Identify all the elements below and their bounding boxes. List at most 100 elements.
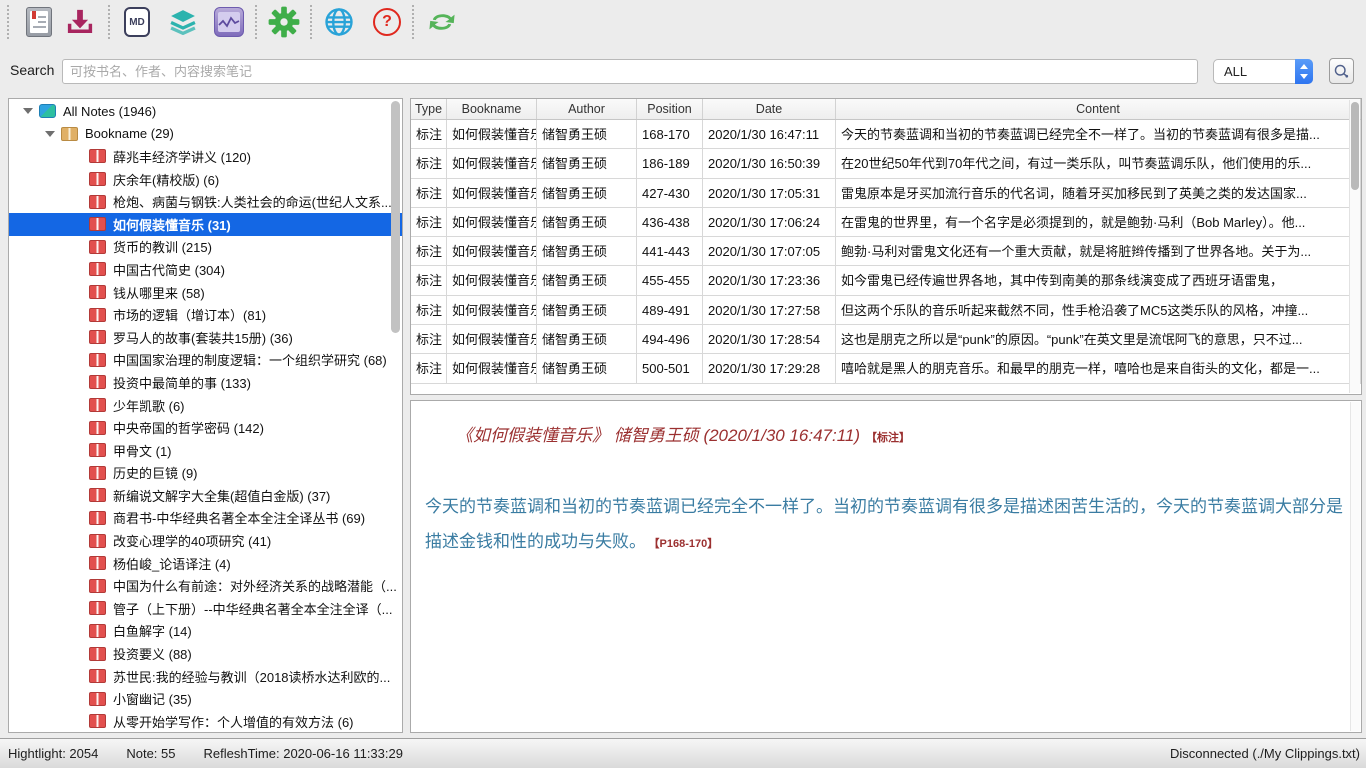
- note-body-text: 今天的节奏蓝调和当初的节奏蓝调已经完全不一样了。当初的节奏蓝调有很多是描述困苦生…: [425, 497, 1343, 551]
- disclosure-triangle-icon[interactable]: [45, 131, 55, 137]
- book-icon: [89, 217, 106, 231]
- search-button[interactable]: [1329, 58, 1354, 84]
- table-cell: 雷鬼原本是牙买加流行音乐的代名词，随着牙买加移民到了英美之类的发达国家...: [836, 179, 1361, 207]
- status-note-count: Note: 55: [126, 746, 175, 761]
- sidebar-item[interactable]: 历史的巨镜 (9): [9, 462, 402, 485]
- book-icon: [89, 466, 106, 480]
- sidebar-item-label: 少年凯歌 (6): [113, 396, 185, 415]
- table-row[interactable]: 标注如何假装懂音乐储智勇王硕436-4382020/1/30 17:06:24在…: [411, 208, 1361, 237]
- table-row[interactable]: 标注如何假装懂音乐储智勇王硕427-4302020/1/30 17:05:31雷…: [411, 179, 1361, 208]
- book-icon: [89, 443, 106, 457]
- sidebar-item[interactable]: 中国古代简史 (304): [9, 258, 402, 281]
- table-cell: 2020/1/30 16:47:11: [703, 120, 836, 148]
- sidebar-item[interactable]: 小窗幽记 (35): [9, 687, 402, 710]
- sidebar-item[interactable]: 杨伯峻_论语译注 (4): [9, 552, 402, 575]
- table-cell: 如何假装懂音乐: [447, 208, 537, 236]
- table-header: TypeBooknameAuthorPositionDateContent: [411, 99, 1361, 120]
- globe-icon[interactable]: [322, 5, 356, 39]
- markdown-export-icon[interactable]: MD: [120, 5, 154, 39]
- column-header[interactable]: Type: [411, 99, 447, 119]
- search-label: Search: [10, 62, 54, 78]
- sidebar-item[interactable]: 货币的教训 (215): [9, 236, 402, 259]
- layers-icon[interactable]: [166, 5, 200, 39]
- table-cell: 2020/1/30 17:23:36: [703, 266, 836, 294]
- table-cell: 储智勇王硕: [537, 149, 637, 177]
- sidebar-item[interactable]: 白鱼解字 (14): [9, 620, 402, 643]
- table-row[interactable]: 标注如何假装懂音乐储智勇王硕500-5012020/1/30 17:29:28嘻…: [411, 354, 1361, 383]
- import-icon[interactable]: [63, 5, 97, 39]
- sidebar-item-label: 历史的巨镜 (9): [113, 463, 198, 482]
- toolbar-separator: [7, 5, 9, 39]
- table-cell: 如何假装懂音乐: [447, 354, 537, 382]
- sidebar-item[interactable]: 中国国家治理的制度逻辑：一个组织学研究 (68): [9, 349, 402, 372]
- sidebar-item[interactable]: 商君书-中华经典名著全本全注全译丛书 (69): [9, 507, 402, 530]
- book-icon: [89, 195, 106, 209]
- table-cell: 如何假装懂音乐: [447, 325, 537, 353]
- sidebar-item[interactable]: 枪炮、病菌与钢铁:人类社会的命运(世纪人文系...: [9, 190, 402, 213]
- table-cell: 储智勇王硕: [537, 237, 637, 265]
- sidebar-item-label: 枪炮、病菌与钢铁:人类社会的命运(世纪人文系...: [113, 192, 392, 211]
- column-header[interactable]: Author: [537, 99, 637, 119]
- statistics-chart-icon[interactable]: [212, 5, 246, 39]
- sidebar-item-label: 中国古代简史 (304): [113, 260, 225, 279]
- status-connection: Disconnected (./My Clippings.txt): [1170, 746, 1360, 761]
- table-cell: 标注: [411, 179, 447, 207]
- table-row[interactable]: 标注如何假装懂音乐储智勇王硕186-1892020/1/30 16:50:39在…: [411, 149, 1361, 178]
- table-scrollbar[interactable]: [1351, 102, 1359, 190]
- table-row[interactable]: 标注如何假装懂音乐储智勇王硕494-4962020/1/30 17:28:54这…: [411, 325, 1361, 354]
- table-cell: 在雷鬼的世界里，有一个名字是必须提到的，就是鲍勃·马利（Bob Marley）。…: [836, 208, 1361, 236]
- sidebar-item[interactable]: 投资中最简单的事 (133): [9, 371, 402, 394]
- column-header[interactable]: Position: [637, 99, 703, 119]
- sidebar-item[interactable]: 新编说文解字大全集(超值白金版) (37): [9, 484, 402, 507]
- book-icon: [89, 692, 106, 706]
- sidebar-scrollbar[interactable]: [391, 101, 400, 333]
- table-row[interactable]: 标注如何假装懂音乐储智勇王硕455-4552020/1/30 17:23:36如…: [411, 266, 1361, 295]
- table-cell: 436-438: [637, 208, 703, 236]
- sidebar-item[interactable]: 庆余年(精校版) (6): [9, 168, 402, 191]
- sidebar-item[interactable]: 中国为什么有前途：对外经济关系的战略潜能（...: [9, 574, 402, 597]
- sidebar-item[interactable]: 改变心理学的40项研究 (41): [9, 529, 402, 552]
- help-icon[interactable]: ?: [370, 5, 404, 39]
- column-header[interactable]: Content: [836, 99, 1361, 119]
- table-cell: 2020/1/30 17:06:24: [703, 208, 836, 236]
- sidebar-item[interactable]: 钱从哪里来 (58): [9, 281, 402, 304]
- table-cell: 2020/1/30 17:27:58: [703, 296, 836, 324]
- table-cell: 储智勇王硕: [537, 296, 637, 324]
- sidebar-item[interactable]: 中央帝国的哲学密码 (142): [9, 416, 402, 439]
- sidebar-item[interactable]: 罗马人的故事(套装共15册) (36): [9, 326, 402, 349]
- sidebar-item[interactable]: 少年凯歌 (6): [9, 394, 402, 417]
- sidebar-item[interactable]: 如何假装懂音乐 (31): [9, 213, 402, 236]
- book-icon: [89, 172, 106, 186]
- column-header[interactable]: Date: [703, 99, 836, 119]
- table-row[interactable]: 标注如何假装懂音乐储智勇王硕489-4912020/1/30 17:27:58但…: [411, 296, 1361, 325]
- settings-gear-icon[interactable]: [267, 5, 301, 39]
- sidebar-item[interactable]: All Notes (1946): [9, 100, 402, 123]
- table-row[interactable]: 标注如何假装懂音乐储智勇王硕168-1702020/1/30 16:47:11今…: [411, 120, 1361, 149]
- table-cell: 在20世纪50年代到70年代之间，有过一类乐队，叫节奏蓝调乐队，他们使用的乐..…: [836, 149, 1361, 177]
- sidebar-item[interactable]: 苏世民:我的经验与教训（2018读桥水达利欧的...: [9, 665, 402, 688]
- toolbar-separator: [108, 5, 110, 39]
- sidebar-item[interactable]: 薛兆丰经济学讲义 (120): [9, 145, 402, 168]
- table-row[interactable]: 标注如何假装懂音乐储智勇王硕441-4432020/1/30 17:07:05鲍…: [411, 237, 1361, 266]
- column-header[interactable]: Bookname: [447, 99, 537, 119]
- sidebar-item[interactable]: 甲骨文 (1): [9, 439, 402, 462]
- book-icon: [89, 262, 106, 276]
- search-input[interactable]: [62, 59, 1198, 84]
- table-cell: 如何假装懂音乐: [447, 179, 537, 207]
- disclosure-triangle-icon[interactable]: [23, 108, 33, 114]
- note-detail-panel: 《如何假装懂音乐》 储智勇王硕 (2020/1/30 16:47:11)【标注】…: [410, 400, 1362, 733]
- book-icon: [89, 240, 106, 254]
- filter-dropdown[interactable]: ALL: [1213, 59, 1313, 84]
- sidebar-item[interactable]: 投资要义 (88): [9, 642, 402, 665]
- sidebar-item[interactable]: 管子（上下册）--中华经典名著全本全注全译（...: [9, 597, 402, 620]
- sidebar-item[interactable]: 从零开始学写作：个人增值的有效方法 (6): [9, 710, 402, 733]
- sidebar-item[interactable]: Bookname (29): [9, 123, 402, 146]
- table-cell: 储智勇王硕: [537, 208, 637, 236]
- book-icon: [89, 330, 106, 344]
- sidebar-item[interactable]: 市场的逻辑（增订本）(81): [9, 303, 402, 326]
- notes-document-icon[interactable]: [22, 5, 56, 39]
- sync-icon[interactable]: [425, 5, 459, 39]
- sidebar-item-label: 杨伯峻_论语译注 (4): [113, 554, 231, 573]
- sidebar-item-label: 商君书-中华经典名著全本全注全译丛书 (69): [113, 508, 365, 527]
- sidebar-item-label: Bookname (29): [85, 126, 174, 141]
